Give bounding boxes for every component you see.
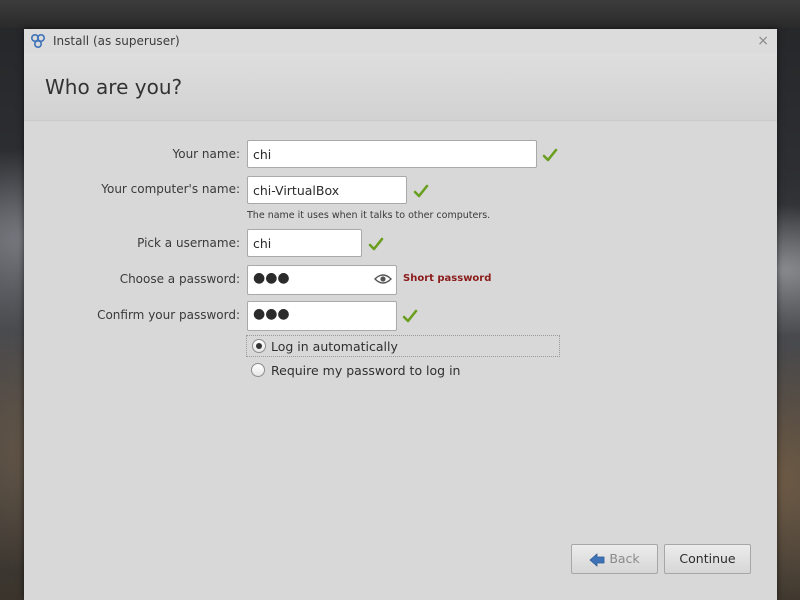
installer-icon [30, 33, 46, 49]
name-label: Your name: [172, 147, 240, 161]
name-field[interactable]: chi [247, 140, 537, 168]
confirm-password-label: Confirm your password: [97, 308, 240, 322]
checkmark-icon [402, 309, 418, 323]
page-header: Who are you? [24, 53, 777, 121]
password-strength-warning: Short password [403, 273, 492, 284]
form-area: Your name: chi Your computer's name: chi… [24, 121, 777, 600]
eye-icon[interactable] [374, 272, 392, 286]
username-field[interactable]: chi [247, 229, 362, 257]
continue-button[interactable]: Continue [664, 544, 751, 574]
confirm-password-field[interactable]: ●●● [247, 301, 397, 331]
page-title: Who are you? [45, 75, 183, 99]
require-password-radio[interactable] [251, 363, 265, 377]
login-automatically-radio[interactable] [252, 339, 266, 353]
installer-window: Install (as superuser) × Who are you? Yo… [24, 29, 777, 600]
require-password-label: Require my password to log in [271, 363, 461, 378]
password-mask: ●●● [253, 270, 290, 286]
password-label: Choose a password: [119, 272, 240, 286]
login-automatically-option[interactable]: Log in automatically [246, 335, 560, 357]
titlebar[interactable]: Install (as superuser) × [24, 29, 777, 53]
username-label: Pick a username: [137, 236, 240, 250]
login-automatically-label: Log in automatically [271, 339, 398, 354]
computer-name-label: Your computer's name: [101, 182, 240, 196]
password-field[interactable]: ●●● [247, 265, 397, 295]
require-password-option[interactable]: Require my password to log in [246, 360, 560, 382]
checkmark-icon [368, 237, 384, 251]
computer-name-hint: The name it uses when it talks to other … [247, 210, 491, 221]
top-panel [0, 0, 800, 28]
close-icon[interactable]: × [757, 32, 769, 50]
computer-name-field[interactable]: chi-VirtualBox [247, 176, 407, 204]
checkmark-icon [542, 148, 558, 162]
back-label: Back [609, 551, 640, 566]
checkmark-icon [413, 184, 429, 198]
arrow-left-icon [589, 552, 605, 567]
window-title: Install (as superuser) [53, 34, 180, 48]
back-button[interactable]: Back [571, 544, 658, 574]
